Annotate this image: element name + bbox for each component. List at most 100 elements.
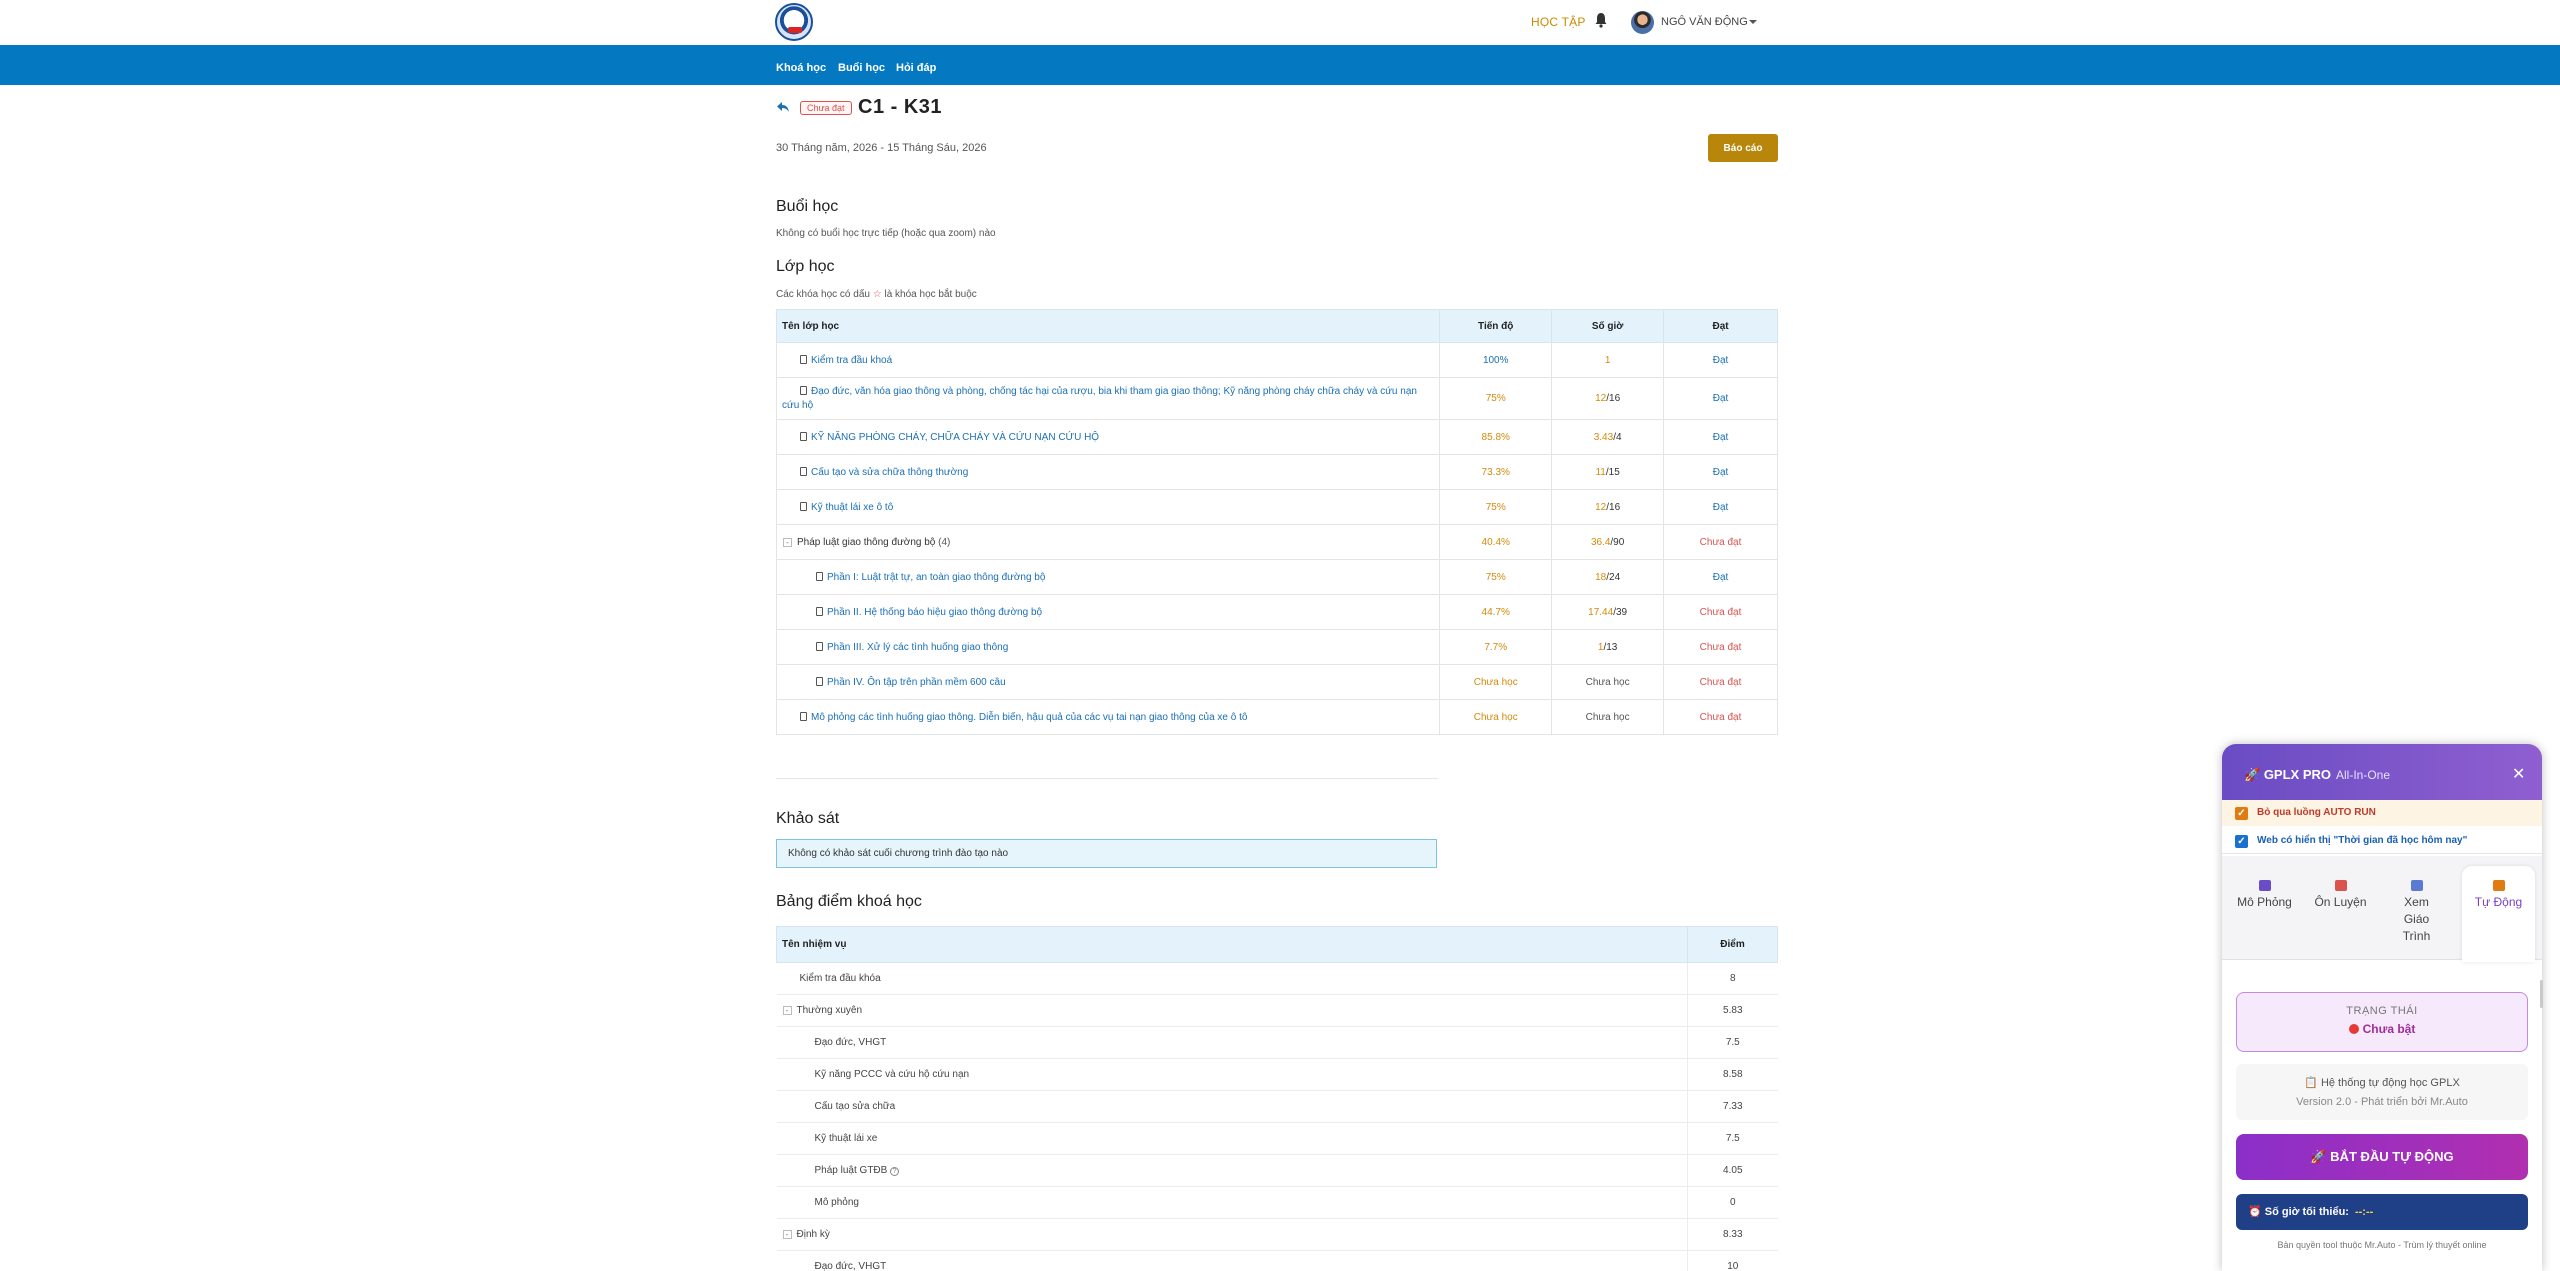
- score-value: 4.05: [1687, 1154, 1778, 1187]
- table-row: Kỹ năng PCCC và cứu hộ cứu nạn 8.58: [776, 1058, 1778, 1091]
- progress-value: 7.7%: [1439, 629, 1553, 665]
- document-icon: [816, 676, 823, 686]
- collapse-toggle[interactable]: -: [782, 1006, 792, 1015]
- user-name[interactable]: NGÔ VĂN ĐỘNG: [1661, 16, 1748, 28]
- collapse-toggle[interactable]: -: [782, 1230, 792, 1239]
- group-count: (4): [938, 536, 951, 548]
- document-icon: [800, 711, 807, 721]
- survey-title: Khảo sát: [776, 810, 840, 827]
- class-link[interactable]: Phần II. Hệ thống báo hiệu giao thông đư…: [827, 607, 1042, 618]
- class-link[interactable]: Phần I: Luật trật tự, an toàn giao thông…: [827, 572, 1045, 583]
- show-study-time-checkbox[interactable]: ✓ Web có hiển thị "Thời gian đã học hôm …: [2222, 828, 2542, 854]
- table-row: Đạo đức, văn hóa giao thông và phòng, ch…: [775, 377, 1778, 420]
- hours-done: 1: [1604, 354, 1611, 366]
- class-link[interactable]: Kiểm tra đầu khoá: [811, 355, 892, 366]
- info-title: 📋 Hệ thống tự động học GPLX: [2304, 1077, 2460, 1089]
- pass-status: Đạt: [1663, 489, 1778, 525]
- sessions-note: Không có buổi học trực tiếp (hoặc qua zo…: [776, 228, 996, 239]
- status-value: Chưa bật: [2237, 1022, 2527, 1036]
- info-card: 📋 Hệ thống tự động học GPLX Version 2.0 …: [2236, 1064, 2528, 1120]
- score-value: 0: [1687, 1186, 1778, 1219]
- skip-autorun-checkbox[interactable]: ✓ Bỏ qua luồng AUTO RUN: [2222, 800, 2542, 826]
- document-icon: [816, 606, 823, 616]
- checkbox-checked-icon[interactable]: ✓: [2235, 807, 2248, 820]
- pass-status: Chưa đạt: [1663, 524, 1778, 560]
- group-name[interactable]: Pháp luật giao thông đường bộ: [797, 537, 935, 548]
- hours-total: /16: [1606, 393, 1621, 404]
- extension-subtitle: All-In-One: [2336, 768, 2391, 782]
- status-badge: Chưa đạt: [800, 101, 852, 115]
- nav-sessions[interactable]: Buổi học: [838, 62, 885, 74]
- score-value: 5.83: [1687, 994, 1778, 1027]
- extension-title: 🚀 GPLX PRO: [2244, 767, 2331, 782]
- class-link[interactable]: Phần III. Xử lý các tình huống giao thôn…: [827, 642, 1008, 653]
- pass-status: Chưa đạt: [1663, 629, 1778, 665]
- table-row: Kỹ thuật lái xe ô tô 75% 12/16 Đạt: [775, 489, 1778, 525]
- simulation-icon: [2259, 880, 2271, 891]
- hours-total: /15: [1605, 466, 1620, 478]
- school-logo[interactable]: [775, 3, 813, 41]
- pass-status: Đạt: [1663, 559, 1778, 595]
- rocket-icon: [2493, 880, 2505, 891]
- extension-header: 🚀 GPLX PRO All-In-One ✕: [2222, 744, 2542, 800]
- start-auto-button[interactable]: 🚀 BẮT ĐẦU TỰ ĐỘNG: [2236, 1134, 2528, 1180]
- report-button[interactable]: Báo cáo: [1708, 134, 1778, 162]
- progress-value: 100%: [1439, 342, 1553, 378]
- progress-value: 75%: [1439, 377, 1553, 420]
- hours-done: 11: [1595, 466, 1606, 478]
- col-progress: Tiến độ: [1439, 309, 1553, 343]
- hours-done: 12: [1595, 501, 1607, 513]
- checkbox-label: Bỏ qua luồng AUTO RUN: [2257, 807, 2376, 818]
- class-link[interactable]: Phần IV. Ôn tập trên phần mềm 600 câu: [827, 677, 1006, 688]
- hours-done: 17.44: [1588, 606, 1614, 618]
- task-name: Định kỳ: [796, 1229, 830, 1240]
- hours-done: 3.43: [1593, 431, 1614, 443]
- scores-table: Tên nhiệm vụ Điểm Kiểm tra đầu khóa 8 -T…: [775, 926, 1778, 1271]
- task-name: Kiểm tra đầu khóa: [776, 962, 1688, 995]
- col-hours: Số giờ: [1551, 309, 1665, 343]
- close-icon[interactable]: ✕: [2512, 764, 2525, 784]
- checkbox-checked-icon[interactable]: ✓: [2235, 835, 2248, 848]
- hours-done: Chưa học: [1551, 699, 1665, 735]
- hours-total: /90: [1610, 536, 1625, 548]
- top-header: HỌC TẬP NGÔ VĂN ĐỘNG: [0, 0, 2560, 45]
- table-row: Kiểm tra đầu khoá 100% 1 Đạt: [775, 342, 1778, 378]
- task-name: Pháp luật GTĐB: [814, 1165, 888, 1176]
- tab-auto[interactable]: Tự Động: [2462, 866, 2535, 962]
- hours-total: /16: [1606, 501, 1621, 513]
- class-link[interactable]: Mô phỏng các tình huống giao thông. Diễn…: [811, 712, 1247, 723]
- collapse-toggle[interactable]: -: [783, 537, 792, 547]
- book-icon: [2411, 880, 2423, 891]
- survey-info-box: Không có khảo sát cuối chương trình đào …: [776, 839, 1437, 868]
- class-link[interactable]: Kỹ thuật lái xe ô tô: [811, 502, 893, 513]
- classes-table: Tên lớp học Tiến độ Số giờ Đạt Kiểm tra …: [775, 309, 1778, 735]
- document-icon: [800, 501, 807, 511]
- tab-simulation[interactable]: Mô Phỏng: [2228, 866, 2301, 962]
- task-name: Thường xuyên: [796, 1005, 863, 1016]
- pass-status: Đạt: [1663, 377, 1778, 420]
- nav-courses[interactable]: Khoá học: [776, 62, 826, 74]
- bell-icon[interactable]: [1594, 12, 1608, 28]
- tab-curriculum[interactable]: Xem Giáo Trình: [2380, 866, 2453, 962]
- task-name: Mô phỏng: [776, 1186, 1688, 1219]
- back-arrow-icon[interactable]: [776, 101, 790, 113]
- table-row: Phần III. Xử lý các tình huống giao thôn…: [775, 629, 1778, 665]
- help-icon[interactable]: ?: [890, 1167, 900, 1176]
- class-link[interactable]: KỸ NĂNG PHÒNG CHÁY, CHỮA CHÁY VÀ CỨU NẠN…: [811, 432, 1099, 443]
- progress-value: 40.4%: [1439, 524, 1553, 560]
- min-hours-label: ⏰ Số giờ tối thiểu:: [2248, 1206, 2349, 1218]
- class-link[interactable]: Cấu tạo và sửa chữa thông thường: [811, 467, 968, 478]
- study-menu-link[interactable]: HỌC TẬP: [1531, 15, 1586, 29]
- table-row: Phần II. Hệ thống báo hiệu giao thông đư…: [775, 594, 1778, 630]
- nav-qa[interactable]: Hỏi đáp: [896, 62, 936, 74]
- status-card: TRẠNG THÁI Chưa bật: [2236, 992, 2528, 1052]
- score-value: 8.33: [1687, 1218, 1778, 1251]
- table-row-group: - Thường xuyên 5.83: [776, 994, 1778, 1027]
- scrollbar[interactable]: [2540, 980, 2543, 1008]
- tab-practice[interactable]: Ôn Luyện: [2304, 866, 2377, 962]
- chevron-down-icon[interactable]: [1749, 20, 1757, 24]
- class-link[interactable]: Đạo đức, văn hóa giao thông và phòng, ch…: [782, 386, 1417, 411]
- checkbox-label: Web có hiển thị "Thời gian đã học hôm na…: [2257, 835, 2468, 846]
- task-name: Đạo đức, VHGT: [776, 1250, 1688, 1271]
- avatar[interactable]: [1631, 11, 1654, 34]
